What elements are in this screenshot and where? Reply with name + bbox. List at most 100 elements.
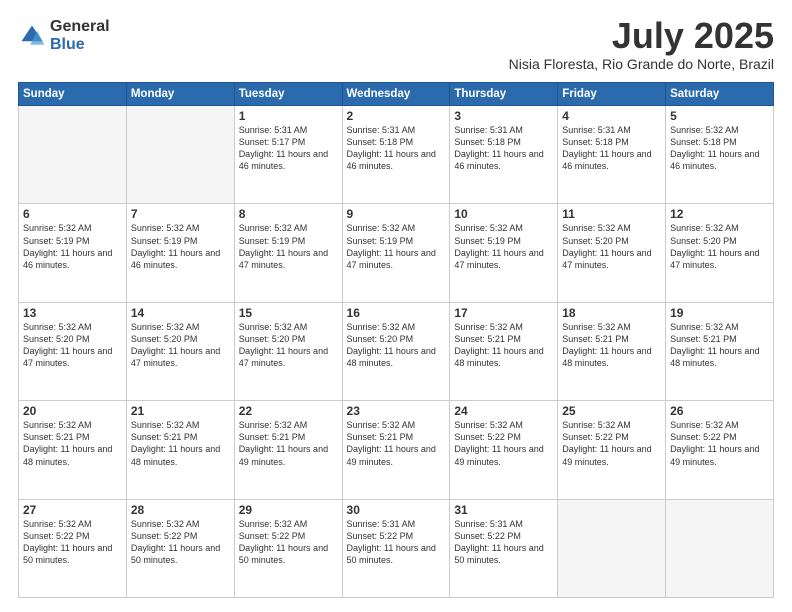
day-info: Sunrise: 5:32 AMSunset: 5:20 PMDaylight:… xyxy=(23,321,122,370)
calendar-cell: 2Sunrise: 5:31 AMSunset: 5:18 PMDaylight… xyxy=(342,106,450,204)
day-info: Sunrise: 5:32 AMSunset: 5:21 PMDaylight:… xyxy=(454,321,553,370)
day-number: 17 xyxy=(454,306,553,320)
logo: General Blue xyxy=(18,18,110,53)
day-info: Sunrise: 5:32 AMSunset: 5:21 PMDaylight:… xyxy=(23,419,122,468)
calendar-cell: 21Sunrise: 5:32 AMSunset: 5:21 PMDayligh… xyxy=(126,401,234,499)
day-number: 26 xyxy=(670,404,769,418)
day-info: Sunrise: 5:32 AMSunset: 5:20 PMDaylight:… xyxy=(131,321,230,370)
day-info: Sunrise: 5:32 AMSunset: 5:20 PMDaylight:… xyxy=(239,321,338,370)
day-info: Sunrise: 5:32 AMSunset: 5:21 PMDaylight:… xyxy=(239,419,338,468)
day-number: 19 xyxy=(670,306,769,320)
day-info: Sunrise: 5:31 AMSunset: 5:18 PMDaylight:… xyxy=(347,124,446,173)
weekday-header: Sunday xyxy=(19,83,127,106)
weekday-header: Saturday xyxy=(666,83,774,106)
day-info: Sunrise: 5:32 AMSunset: 5:20 PMDaylight:… xyxy=(670,222,769,271)
location-title: Nisia Floresta, Rio Grande do Norte, Bra… xyxy=(509,56,774,72)
day-info: Sunrise: 5:32 AMSunset: 5:21 PMDaylight:… xyxy=(670,321,769,370)
day-number: 21 xyxy=(131,404,230,418)
day-info: Sunrise: 5:31 AMSunset: 5:17 PMDaylight:… xyxy=(239,124,338,173)
calendar-cell: 16Sunrise: 5:32 AMSunset: 5:20 PMDayligh… xyxy=(342,302,450,400)
calendar-cell: 17Sunrise: 5:32 AMSunset: 5:21 PMDayligh… xyxy=(450,302,558,400)
day-number: 22 xyxy=(239,404,338,418)
calendar-week-row: 13Sunrise: 5:32 AMSunset: 5:20 PMDayligh… xyxy=(19,302,774,400)
day-number: 9 xyxy=(347,207,446,221)
calendar-cell: 23Sunrise: 5:32 AMSunset: 5:21 PMDayligh… xyxy=(342,401,450,499)
calendar-header-row: SundayMondayTuesdayWednesdayThursdayFrid… xyxy=(19,83,774,106)
day-number: 1 xyxy=(239,109,338,123)
day-info: Sunrise: 5:32 AMSunset: 5:19 PMDaylight:… xyxy=(23,222,122,271)
day-number: 25 xyxy=(562,404,661,418)
page: General Blue July 2025 Nisia Floresta, R… xyxy=(0,0,792,612)
calendar-cell: 28Sunrise: 5:32 AMSunset: 5:22 PMDayligh… xyxy=(126,499,234,597)
calendar-cell: 10Sunrise: 5:32 AMSunset: 5:19 PMDayligh… xyxy=(450,204,558,302)
day-info: Sunrise: 5:32 AMSunset: 5:22 PMDaylight:… xyxy=(670,419,769,468)
day-info: Sunrise: 5:32 AMSunset: 5:22 PMDaylight:… xyxy=(131,518,230,567)
day-number: 8 xyxy=(239,207,338,221)
calendar-table: SundayMondayTuesdayWednesdayThursdayFrid… xyxy=(18,82,774,598)
calendar-week-row: 6Sunrise: 5:32 AMSunset: 5:19 PMDaylight… xyxy=(19,204,774,302)
calendar-cell: 12Sunrise: 5:32 AMSunset: 5:20 PMDayligh… xyxy=(666,204,774,302)
day-number: 10 xyxy=(454,207,553,221)
calendar-cell: 20Sunrise: 5:32 AMSunset: 5:21 PMDayligh… xyxy=(19,401,127,499)
day-info: Sunrise: 5:32 AMSunset: 5:21 PMDaylight:… xyxy=(562,321,661,370)
calendar-cell xyxy=(666,499,774,597)
day-number: 27 xyxy=(23,503,122,517)
day-info: Sunrise: 5:32 AMSunset: 5:20 PMDaylight:… xyxy=(562,222,661,271)
title-block: July 2025 Nisia Floresta, Rio Grande do … xyxy=(509,18,774,72)
calendar-week-row: 27 Sunrise: 5:32 AMSunset: 5:22 PMDayligh… xyxy=(19,499,774,597)
calendar-cell: 8Sunrise: 5:32 AMSunset: 5:19 PMDaylight… xyxy=(234,204,342,302)
day-info: Sunrise: 5:32 AMSunset: 5:22 PMDaylight:… xyxy=(562,419,661,468)
calendar-cell: 9Sunrise: 5:32 AMSunset: 5:19 PMDaylight… xyxy=(342,204,450,302)
calendar-cell: 3Sunrise: 5:31 AMSunset: 5:18 PMDaylight… xyxy=(450,106,558,204)
calendar-cell: 24Sunrise: 5:32 AMSunset: 5:22 PMDayligh… xyxy=(450,401,558,499)
day-number: 20 xyxy=(23,404,122,418)
day-number: 16 xyxy=(347,306,446,320)
day-number: 7 xyxy=(131,207,230,221)
day-number: 29 xyxy=(239,503,338,517)
calendar-cell: 14Sunrise: 5:32 AMSunset: 5:20 PMDayligh… xyxy=(126,302,234,400)
calendar-cell: 1Sunrise: 5:31 AMSunset: 5:17 PMDaylight… xyxy=(234,106,342,204)
calendar-cell: 30Sunrise: 5:31 AMSunset: 5:22 PMDayligh… xyxy=(342,499,450,597)
day-info: Sunrise: 5:32 AMSunset: 5:22 PMDaylight:… xyxy=(239,518,338,567)
calendar-week-row: 20Sunrise: 5:32 AMSunset: 5:21 PMDayligh… xyxy=(19,401,774,499)
day-number: 3 xyxy=(454,109,553,123)
month-title: July 2025 xyxy=(509,18,774,54)
calendar-cell: 4Sunrise: 5:31 AMSunset: 5:18 PMDaylight… xyxy=(558,106,666,204)
calendar-cell: 11Sunrise: 5:32 AMSunset: 5:20 PMDayligh… xyxy=(558,204,666,302)
day-number: 4 xyxy=(562,109,661,123)
day-number: 6 xyxy=(23,207,122,221)
logo-text: General Blue xyxy=(50,18,110,53)
day-info: Sunrise: 5:32 AMSunset: 5:19 PMDaylight:… xyxy=(239,222,338,271)
calendar-cell: 7Sunrise: 5:32 AMSunset: 5:19 PMDaylight… xyxy=(126,204,234,302)
calendar-cell xyxy=(126,106,234,204)
day-number: 31 xyxy=(454,503,553,517)
calendar-cell: 6Sunrise: 5:32 AMSunset: 5:19 PMDaylight… xyxy=(19,204,127,302)
logo-icon xyxy=(18,22,46,50)
day-info: Sunrise: 5:32 AMSunset: 5:18 PMDaylight:… xyxy=(670,124,769,173)
calendar-cell: 22Sunrise: 5:32 AMSunset: 5:21 PMDayligh… xyxy=(234,401,342,499)
weekday-header: Monday xyxy=(126,83,234,106)
calendar-cell: 13Sunrise: 5:32 AMSunset: 5:20 PMDayligh… xyxy=(19,302,127,400)
day-number: 28 xyxy=(131,503,230,517)
calendar-cell xyxy=(558,499,666,597)
day-number: 24 xyxy=(454,404,553,418)
calendar-cell: 31Sunrise: 5:31 AMSunset: 5:22 PMDayligh… xyxy=(450,499,558,597)
day-number: 30 xyxy=(347,503,446,517)
calendar-cell xyxy=(19,106,127,204)
day-info: Sunrise: 5:32 AMSunset: 5:21 PMDaylight:… xyxy=(347,419,446,468)
day-number: 11 xyxy=(562,207,661,221)
day-number: 18 xyxy=(562,306,661,320)
logo-blue-label: Blue xyxy=(50,36,110,54)
calendar-cell: 15Sunrise: 5:32 AMSunset: 5:20 PMDayligh… xyxy=(234,302,342,400)
day-number: 13 xyxy=(23,306,122,320)
weekday-header: Friday xyxy=(558,83,666,106)
day-info: Sunrise: 5:32 AMSunset: 5:20 PMDaylight:… xyxy=(347,321,446,370)
day-info: Sunrise: 5:31 AMSunset: 5:22 PMDaylight:… xyxy=(454,518,553,567)
calendar-body: 1Sunrise: 5:31 AMSunset: 5:17 PMDaylight… xyxy=(19,106,774,598)
calendar-cell: 25Sunrise: 5:32 AMSunset: 5:22 PMDayligh… xyxy=(558,401,666,499)
day-info: Sunrise: 5:32 AMSunset: 5:19 PMDaylight:… xyxy=(454,222,553,271)
day-info: Sunrise: 5:31 AMSunset: 5:18 PMDaylight:… xyxy=(562,124,661,173)
calendar-cell: 29Sunrise: 5:32 AMSunset: 5:22 PMDayligh… xyxy=(234,499,342,597)
day-number: 5 xyxy=(670,109,769,123)
day-info: Sunrise: 5:32 AMSunset: 5:22 PMDaylight:… xyxy=(454,419,553,468)
